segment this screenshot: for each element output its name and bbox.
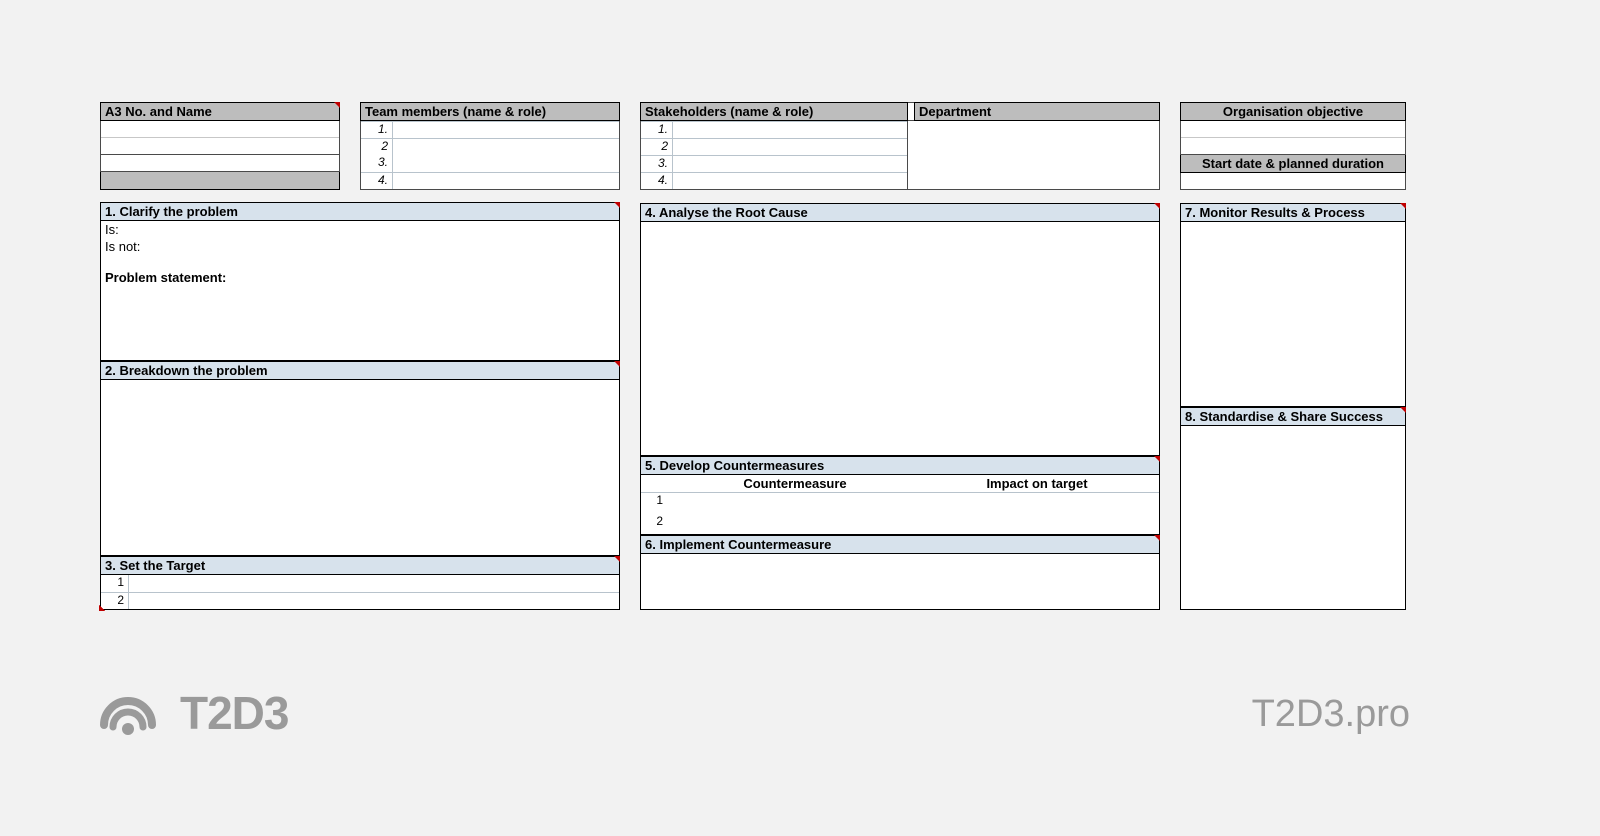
section-3-header: 3. Set the Target [100, 556, 620, 575]
section-4-header: 4. Analyse the Root Cause [640, 203, 1160, 222]
section-3-body: 1 2 [100, 575, 620, 610]
column-left: A3 No. and Name Team members (name & rol… [100, 102, 620, 610]
section-7-header: 7. Monitor Results & Process [1180, 203, 1406, 222]
team-member-row-value[interactable] [393, 122, 619, 138]
section-1-body[interactable]: Is: Is not: Problem statement: [100, 221, 620, 361]
brand-logo-icon [100, 685, 156, 741]
stakeholder-row-num: 1. [641, 122, 673, 138]
brand-footer: T2D3 [100, 685, 288, 741]
hdr-org-objective: Organisation objective [1180, 102, 1406, 121]
s1-isnot-label: Is not: [101, 238, 619, 255]
cell-department-value[interactable] [908, 121, 1160, 190]
brand-url: T2D3.pro [1252, 693, 1410, 736]
stakeholder-row-num: 2 [641, 139, 673, 155]
s5-col-impact: Impact on target [919, 476, 1155, 491]
section-2-header: 2. Breakdown the problem [100, 361, 620, 380]
section-2-body[interactable] [100, 380, 620, 556]
stakeholder-row-num: 3. [641, 156, 673, 172]
section-5-header: 5. Develop Countermeasures [640, 456, 1160, 475]
team-member-row-num: 2 [361, 139, 393, 155]
cm-row-num: 2 [641, 514, 667, 534]
column-right: Organisation objective Start date & plan… [1180, 102, 1406, 610]
s1-is-label: Is: [101, 221, 619, 238]
cm-row-value[interactable] [667, 514, 1159, 534]
section-4-body[interactable] [640, 222, 1160, 456]
target-row-num: 1 [101, 575, 129, 592]
target-row-value[interactable] [129, 593, 619, 609]
hdr-team-members: Team members (name & role) [360, 102, 620, 121]
target-row-value[interactable] [129, 575, 619, 592]
hdr-department: Department [914, 102, 1160, 121]
team-member-row-num: 1. [361, 122, 393, 138]
hdr-a3-no-name: A3 No. and Name [100, 102, 340, 121]
stakeholder-row-value[interactable] [673, 139, 907, 155]
section-8-body[interactable] [1180, 426, 1406, 611]
cell-a3-no-name-value[interactable] [100, 121, 340, 155]
stakeholder-row-num: 4. [641, 173, 673, 189]
stakeholder-row-value[interactable] [673, 173, 907, 189]
cell-org-objective-value[interactable] [1180, 121, 1406, 155]
section-1-header: 1. Clarify the problem [100, 202, 620, 221]
team-members-list: 1. 2 [360, 121, 620, 156]
brand-name: T2D3 [180, 686, 288, 740]
team-member-row-value[interactable] [393, 139, 619, 155]
stakeholder-row-value[interactable] [673, 122, 907, 138]
hdr-stakeholders: Stakeholders (name & role) [640, 102, 908, 121]
section-8-header: 8. Standardise & Share Success [1180, 407, 1406, 426]
s1-problem-statement-label: Problem statement: [101, 269, 619, 286]
cm-row-num: 1 [641, 493, 667, 514]
section-6-body[interactable] [640, 554, 1160, 610]
cell-start-date-value[interactable] [1180, 173, 1406, 190]
stakeholders-list: 1. 2 3. 4. [640, 121, 908, 190]
section-5-body: Countermeasure Impact on target 1 2 [640, 475, 1160, 535]
s5-col-countermeasure: Countermeasure [671, 476, 919, 491]
hdr-start-date: Start date & planned duration [1180, 155, 1406, 173]
cell-team-leader-value[interactable] [100, 155, 340, 172]
cm-row-value[interactable] [667, 493, 1159, 514]
section-7-body[interactable] [1180, 222, 1406, 407]
a3-template-sheet: A3 No. and Name Team members (name & rol… [100, 102, 1406, 610]
stakeholder-row-value[interactable] [673, 156, 907, 172]
target-row-num: 2 [101, 593, 129, 609]
section-6-header: 6. Implement Countermeasure [640, 535, 1160, 554]
column-mid: Stakeholders (name & role) Department 1.… [640, 102, 1160, 610]
